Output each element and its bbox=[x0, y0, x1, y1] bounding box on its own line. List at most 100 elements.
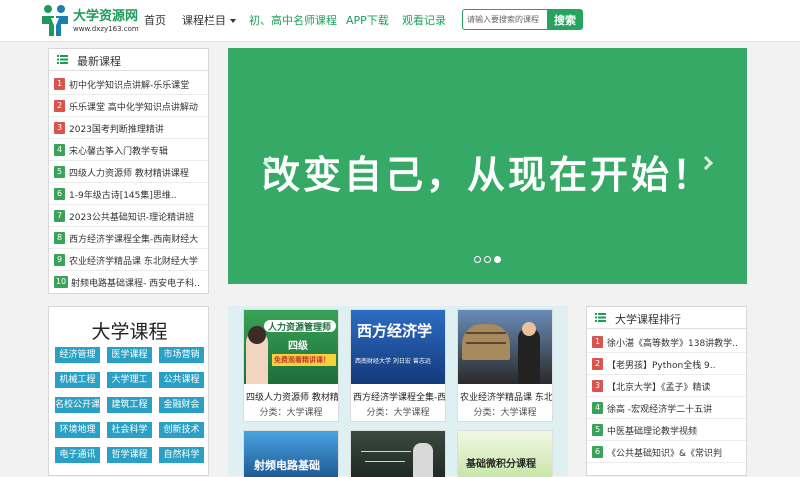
nav-app-download[interactable]: APP下载 bbox=[346, 12, 389, 28]
course-category: 分类：大学课程 bbox=[259, 408, 323, 418]
list-item-label: 2023国考判断推理精讲 bbox=[69, 125, 164, 135]
list-item[interactable]: 7 2023公共基础知识-理论精讲班 bbox=[49, 205, 208, 227]
category-button[interactable]: 创新技术 bbox=[159, 422, 204, 438]
rank-number: 3 bbox=[54, 122, 65, 134]
list-item[interactable]: 6 《公共基础知识》&《常识判 bbox=[587, 441, 746, 463]
category-button[interactable]: 环境地理 bbox=[55, 422, 100, 438]
chevron-down-icon bbox=[230, 19, 236, 23]
thumb-line-3: 免费观看精讲课！ bbox=[274, 356, 330, 364]
list-item[interactable]: 5 中医基础理论教学视频 bbox=[587, 419, 746, 441]
list-item[interactable]: 4 宋心馨古筝入门教学专辑 bbox=[49, 139, 208, 161]
nav-categories[interactable]: 课程栏目 bbox=[182, 12, 236, 28]
course-title: 四级人力资源师 教材精讲课程 bbox=[246, 393, 338, 403]
category-button[interactable]: 建筑工程 bbox=[107, 397, 152, 413]
list-icon bbox=[57, 55, 68, 64]
list-item[interactable]: 9 农业经济学精品课 东北财经大学 bbox=[49, 249, 208, 271]
list-item[interactable]: 2 【老男孩】Python全栈 9.. bbox=[587, 353, 746, 375]
category-button[interactable]: 社会科学 bbox=[107, 422, 152, 438]
course-category: 分类：大学课程 bbox=[473, 408, 537, 418]
category-button[interactable]: 大学理工 bbox=[107, 372, 152, 388]
list-item[interactable]: 6 1-9年级古诗[145集]思维.. bbox=[49, 183, 208, 205]
logo-url: www.dxzy163.com bbox=[73, 25, 139, 33]
category-button[interactable]: 自然科学 bbox=[159, 447, 204, 463]
course-thumbnail bbox=[351, 431, 445, 477]
logo-people-icon bbox=[42, 5, 68, 36]
list-item[interactable]: 8 西方经济学课程全集-西南财经大 bbox=[49, 227, 208, 249]
carousel-dot-active[interactable] bbox=[494, 256, 501, 263]
rank-number: 8 bbox=[54, 232, 65, 244]
course-title: 射频电路基础 bbox=[254, 459, 320, 472]
latest-courses-panel: 最新课程 1 初中化学知识点讲解-乐乐课堂 2 乐乐课堂 高中化学知识点讲解动 32… bbox=[48, 48, 209, 294]
list-item[interactable]: 1 初中化学知识点讲解-乐乐课堂 bbox=[49, 73, 208, 95]
course-card[interactable]: 农业经济学精品课 东北财经大学 分类：大学课程 bbox=[457, 309, 553, 422]
list-item-label: 四级人力资源师 教材精讲课程 bbox=[69, 169, 189, 179]
list-item[interactable]: 1 徐小湛《高等数学》138讲教学.. bbox=[587, 331, 746, 353]
list-item[interactable]: 3 【北京大学】《孟子》精读 bbox=[587, 375, 746, 397]
course-grid: 人力资源管理师 四级 免费观看精讲课！ 四级人力资源师 教材精讲课程 分类：大学… bbox=[228, 306, 568, 477]
category-button[interactable]: 市场营销 bbox=[159, 347, 204, 363]
ranking-title: 大学课程排行 bbox=[615, 313, 681, 326]
nav-history[interactable]: 观看记录 bbox=[402, 12, 446, 28]
site-logo[interactable]: 大学资源网 www.dxzy163.com bbox=[40, 4, 139, 38]
rank-number: 7 bbox=[54, 210, 65, 222]
nav-teachers[interactable]: 初、高中名师课程 bbox=[249, 12, 337, 28]
rank-number: 10 bbox=[54, 276, 68, 288]
banner-slogan: 改变自己，从现在开始！ bbox=[261, 153, 713, 197]
list-item-label: 徐高 -宏观经济学二十五讲 bbox=[607, 405, 713, 415]
course-title: 西方经济学课程全集-西南财经大学 bbox=[353, 393, 445, 403]
rank-number: 6 bbox=[592, 446, 603, 458]
carousel-dot[interactable] bbox=[474, 256, 481, 263]
course-card[interactable]: 射频电路基础 bbox=[243, 430, 339, 477]
search-button[interactable]: 搜索 bbox=[547, 9, 583, 30]
nav-home[interactable]: 首页 bbox=[144, 12, 166, 28]
category-button[interactable]: 医学课程 bbox=[107, 347, 152, 363]
category-button[interactable]: 名校公开课 bbox=[55, 397, 100, 413]
category-button[interactable]: 金融财会 bbox=[159, 397, 204, 413]
rank-number: 3 bbox=[592, 380, 603, 392]
list-item[interactable]: 10 射频电路基础课程- 西安电子科.. bbox=[49, 271, 208, 293]
rank-number: 2 bbox=[54, 100, 65, 112]
course-card[interactable]: 人力资源管理师 四级 免费观看精讲课！ 四级人力资源师 教材精讲课程 分类：大学… bbox=[243, 309, 339, 422]
top-navbar: 大学资源网 www.dxzy163.com 首页 课程栏目 初、高中名师课程 A… bbox=[0, 0, 800, 42]
list-item[interactable]: 3 2023国考判断推理精讲 bbox=[49, 117, 208, 139]
category-title: 大学课程 bbox=[91, 321, 168, 343]
list-item-label: 【老男孩】Python全栈 9.. bbox=[607, 361, 716, 371]
thumb-line-2: 西南财经大学 刘日宏 曾志远 bbox=[355, 358, 431, 365]
list-item-label: 中医基础理论教学视频 bbox=[607, 427, 698, 437]
hero-banner[interactable]: 改变自己，从现在开始！ bbox=[228, 48, 747, 284]
list-item-label: 1-9年级古诗[145集]思维.. bbox=[69, 191, 177, 201]
rank-number: 2 bbox=[592, 358, 603, 370]
list-icon bbox=[595, 313, 606, 322]
thumb-line-1: 西方经济学 bbox=[357, 322, 433, 340]
category-button[interactable]: 经济管理 bbox=[55, 347, 100, 363]
category-button[interactable]: 公共课程 bbox=[159, 372, 204, 388]
list-item-label: 射频电路基础课程- 西安电子科.. bbox=[71, 279, 200, 289]
list-item-label: 初中化学知识点讲解-乐乐课堂 bbox=[69, 81, 190, 91]
list-item-label: 乐乐课堂 高中化学知识点讲解动 bbox=[69, 103, 198, 113]
ranking-header: 大学课程排行 bbox=[587, 307, 746, 329]
course-thumbnail: 射频电路基础 bbox=[244, 431, 338, 477]
course-card[interactable] bbox=[350, 430, 446, 477]
rank-number: 9 bbox=[54, 254, 65, 266]
list-item-label: 西方经济学课程全集-西南财经大 bbox=[69, 235, 199, 245]
rank-number: 5 bbox=[54, 166, 65, 178]
rank-number: 4 bbox=[54, 144, 65, 156]
category-button[interactable]: 机械工程 bbox=[55, 372, 100, 388]
rank-number: 5 bbox=[592, 424, 603, 436]
list-item-label: 宋心馨古筝入门教学专辑 bbox=[69, 147, 169, 157]
ranking-panel: 大学课程排行 1 徐小湛《高等数学》138讲教学.. 2 【老男孩】Python全栈… bbox=[586, 306, 747, 476]
rank-number: 6 bbox=[54, 188, 65, 200]
list-item[interactable]: 2 乐乐课堂 高中化学知识点讲解动 bbox=[49, 95, 208, 117]
course-category: 分类：大学课程 bbox=[366, 408, 430, 418]
list-item[interactable]: 5 四级人力资源师 教材精讲课程 bbox=[49, 161, 208, 183]
category-button[interactable]: 哲学课程 bbox=[107, 447, 152, 463]
rank-number: 4 bbox=[592, 402, 603, 414]
category-button[interactable]: 电子通讯 bbox=[55, 447, 100, 463]
list-item[interactable]: 4 徐高 -宏观经济学二十五讲 bbox=[587, 397, 746, 419]
search-input[interactable] bbox=[462, 9, 548, 30]
latest-courses-title: 最新课程 bbox=[77, 55, 121, 68]
carousel-dot[interactable] bbox=[484, 256, 491, 263]
thumb-line-1: 人力资源管理师 bbox=[268, 323, 332, 333]
course-card[interactable]: 西方经济学 西南财经大学 刘日宏 曾志远 西方经济学课程全集-西南财经大学 分类… bbox=[350, 309, 446, 422]
course-card[interactable]: 基础微积分课程 bbox=[457, 430, 553, 477]
